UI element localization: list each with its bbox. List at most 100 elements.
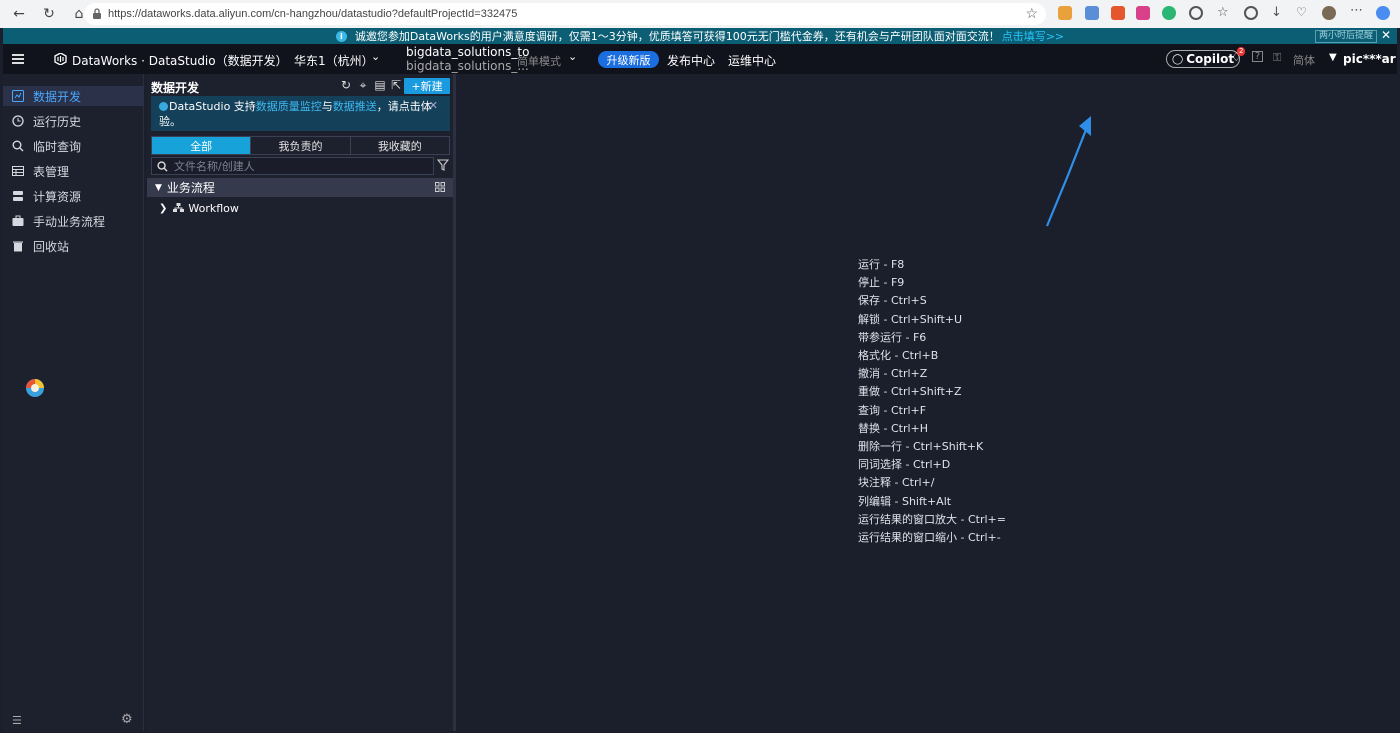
sidebar-item-manual-flow[interactable]: 手动业务流程 — [3, 211, 144, 231]
help-icon[interactable]: ? — [1252, 51, 1263, 62]
refresh-icon[interactable]: ↻ — [340, 79, 352, 91]
locate-icon[interactable]: ⌖ — [357, 79, 369, 91]
tip-text-mid: 与 — [321, 100, 333, 113]
key-icon[interactable]: ⚿ — [1273, 51, 1281, 65]
info-icon — [159, 102, 168, 111]
shortcut-item: 删除一行 - Ctrl+Shift+K — [858, 440, 984, 454]
extension-icon[interactable] — [1136, 6, 1150, 20]
grid-icon[interactable] — [435, 182, 445, 192]
banner-link[interactable]: 点击填写>> — [1002, 28, 1064, 44]
new-button[interactable]: +新建 — [404, 78, 450, 94]
file-tree-panel: 数据开发 ↻ ⌖ ▤ ⇱ +新建 DataStudio 支持数据质量监控与数据推… — [147, 74, 456, 731]
sidebar-item-label: 表管理 — [33, 164, 70, 179]
sidebar-item-label: 临时查询 — [33, 139, 82, 154]
search-icon — [157, 161, 168, 172]
search-icon — [12, 140, 24, 152]
extension-icon[interactable] — [1162, 6, 1176, 20]
import-icon[interactable]: ⇱ — [390, 79, 402, 91]
sidebar-item-compute[interactable]: 计算资源 — [3, 186, 144, 206]
history-icon[interactable] — [1244, 6, 1258, 20]
shortcut-item: 停止 - F9 — [858, 276, 905, 290]
tree-item-workflow[interactable]: ❯ Workflow — [147, 199, 453, 217]
heart-icon[interactable]: ♡ — [1296, 5, 1310, 19]
assistant-logo-icon[interactable] — [25, 378, 45, 398]
avatar[interactable] — [1322, 6, 1336, 20]
sidebar-item-adhoc-query[interactable]: 临时查询 — [3, 136, 144, 156]
tree-group-business-flow[interactable]: ▼ 业务流程 — [147, 178, 453, 197]
extension-icon[interactable] — [1111, 6, 1125, 20]
collapse-icon[interactable]: ☰ — [12, 714, 22, 727]
extension-icon[interactable] — [1085, 6, 1099, 20]
address-bar[interactable]: https://dataworks.data.aliyun.com/cn-han… — [84, 3, 1046, 25]
sidebar-item-table-mgmt[interactable]: 表管理 — [3, 161, 144, 181]
sidebar-item-label: 运行历史 — [33, 114, 82, 129]
code-icon — [12, 90, 24, 102]
tip-link-push[interactable]: 数据推送 — [333, 100, 377, 113]
sidebar-item-label: 数据开发 — [33, 89, 82, 104]
bookmark-star-icon[interactable]: ☆ — [1025, 5, 1038, 22]
shortcut-item: 撤消 - Ctrl+Z — [858, 367, 928, 381]
remind-later-button[interactable]: 两小时后提醒 — [1314, 30, 1377, 43]
user-name[interactable]: pic***ar — [1343, 52, 1396, 66]
region-selector[interactable]: 华东1（杭州） — [294, 52, 374, 69]
info-icon: i — [335, 30, 347, 42]
tip-link-quality[interactable]: 数据质量监控 — [256, 100, 322, 113]
back-icon[interactable]: ← — [8, 3, 30, 25]
shortcut-item: 同词选择 - Ctrl+D — [858, 458, 951, 472]
sidebar-item-recycle-bin[interactable]: 回收站 — [3, 236, 144, 256]
panel-title: 数据开发 — [151, 81, 200, 95]
upgrade-button[interactable]: 升级新版 — [598, 51, 659, 68]
shortcut-item: 运行结果的窗口放大 - Ctrl+= — [858, 512, 1006, 526]
filter-tabs: 全部 我负责的 我收藏的 — [151, 136, 450, 155]
shortcut-item: 运行 - F8 — [858, 258, 905, 271]
table-icon — [12, 165, 24, 177]
left-sidebar: 数据开发 运行历史 临时查询 表管理 计算资源 手动业务流程 回收站 ☰ ⚙ — [3, 74, 144, 731]
tab-mine[interactable]: 我负责的 — [251, 137, 351, 154]
extension-icon[interactable] — [1058, 6, 1072, 20]
tip-text-pre: DataStudio 支持 — [169, 100, 256, 113]
reload-icon[interactable]: ↻ — [38, 3, 60, 25]
tree-item-label: Workflow — [188, 201, 239, 215]
notification-badge: 2 — [1237, 47, 1246, 56]
top-bar: DataWorks · DataStudio（数据开发） 华东1（杭州） ⌄ b… — [3, 44, 1397, 74]
favorites-icon[interactable]: ☆ — [1217, 5, 1231, 20]
extensions-puzzle-icon[interactable] — [1189, 6, 1203, 20]
copilot-label: Copilot — [1186, 52, 1235, 66]
language-selector[interactable]: 简体 — [1293, 52, 1315, 68]
save-icon[interactable]: ▤ — [374, 79, 386, 91]
tab-all[interactable]: 全部 — [152, 137, 252, 154]
shortcut-item: 解锁 - Ctrl+Shift+U — [858, 312, 963, 326]
arrow-annotation — [1045, 116, 1091, 227]
gear-icon[interactable]: ⚙ — [121, 712, 133, 727]
mode-selector[interactable]: 简单模式 — [517, 53, 561, 69]
screen: ← ↻ ⌂ https://dataworks.data.aliyun.com/… — [0, 0, 1400, 733]
chevron-down-icon[interactable]: ⌄ — [371, 50, 380, 63]
copilot-browser-icon[interactable] — [1376, 6, 1390, 20]
shortcut-item: 列编辑 - Shift+Alt — [858, 494, 952, 508]
sidebar-item-data-dev[interactable]: 数据开发 — [3, 86, 144, 106]
copilot-button[interactable]: ◯ Copilot — [1166, 50, 1241, 68]
clock-icon — [12, 115, 24, 127]
project-name[interactable]: bigdata_solutions_to — [406, 45, 529, 59]
download-icon[interactable]: ↓ — [1271, 5, 1285, 20]
app-title[interactable]: DataWorks · DataStudio（数据开发） — [72, 52, 288, 69]
survey-banner: i 诚邀您参加DataWorks的用户满意度调研，仅需1～3分钟，优质填答可获得… — [3, 28, 1397, 44]
sidebar-item-label: 计算资源 — [33, 189, 82, 204]
trash-icon — [12, 240, 24, 252]
more-icon[interactable]: ⋯ — [1350, 3, 1364, 18]
shortcut-item: 格式化 - Ctrl+B — [858, 349, 939, 363]
sidebar-item-run-history[interactable]: 运行历史 — [3, 111, 144, 131]
menu-icon[interactable] — [12, 54, 24, 64]
shortcut-item: 带参运行 - F6 — [858, 330, 927, 344]
close-icon[interactable]: ✕ — [429, 98, 438, 113]
database-icon — [12, 190, 24, 202]
shortcut-item: 运行结果的窗口缩小 - Ctrl+- — [858, 531, 1001, 545]
ops-center-link[interactable]: 运维中心 — [728, 52, 776, 69]
tab-favorites[interactable]: 我收藏的 — [351, 137, 449, 154]
tip-box: DataStudio 支持数据质量监控与数据推送，请点击体验。 ✕ — [151, 96, 450, 131]
search-input[interactable] — [174, 159, 424, 173]
filter-icon[interactable] — [437, 159, 449, 171]
release-center-link[interactable]: 发布中心 — [667, 52, 715, 69]
chevron-down-icon[interactable]: ⌄ — [568, 50, 577, 63]
close-icon[interactable]: ✕ — [1381, 28, 1391, 42]
